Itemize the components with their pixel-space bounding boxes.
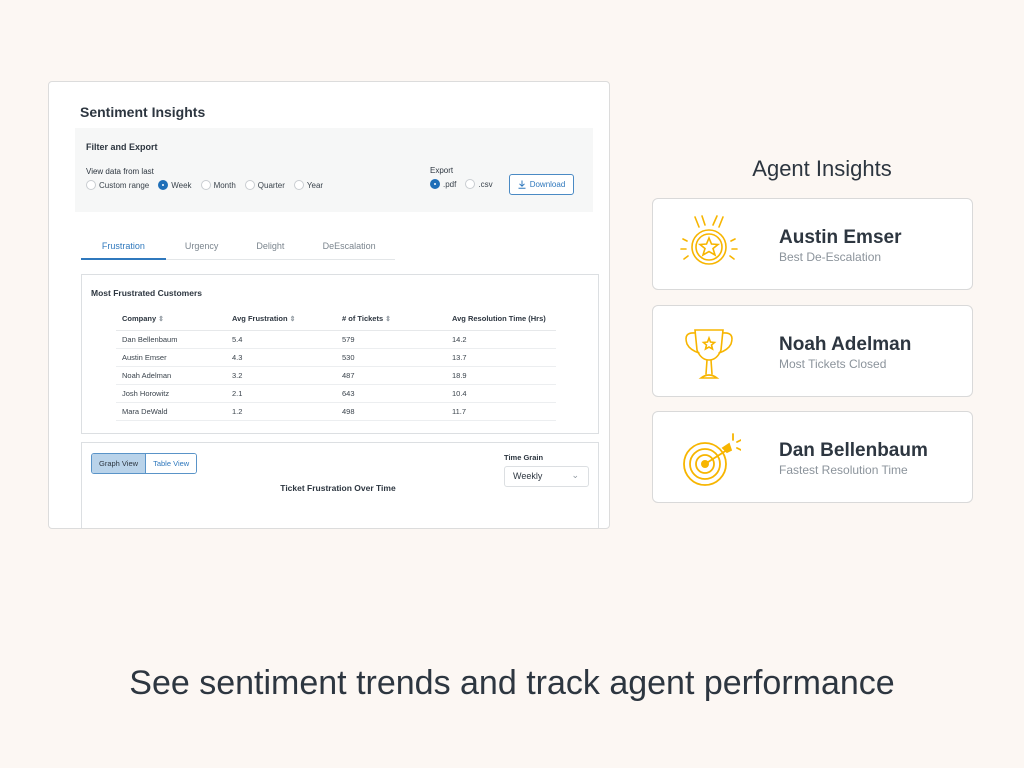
download-button[interactable]: Download	[509, 174, 574, 195]
table-row: Mara DeWald 1.2 498 11.7	[116, 402, 556, 421]
cell-resolution-time: 11.7	[446, 402, 556, 421]
range-radio-custom[interactable]: Custom range	[86, 180, 149, 190]
radio-dot[interactable]	[86, 180, 96, 190]
column-label: # of Tickets	[342, 313, 384, 323]
agent-award: Best De-Escalation	[779, 250, 882, 264]
tab-urgency[interactable]: Urgency	[166, 235, 238, 259]
range-radio-week[interactable]: Week	[158, 180, 192, 190]
table-title: Most Frustrated Customers	[91, 288, 202, 298]
cell-company: Dan Bellenbaum	[116, 330, 226, 349]
tab-deescalation[interactable]: DeEscalation	[303, 235, 395, 259]
column-header-tickets[interactable]: # of Tickets ⇕	[336, 307, 446, 331]
sentiment-tabs: Frustration Urgency Delight DeEscalation	[81, 235, 395, 260]
range-radio-year[interactable]: Year	[293, 180, 324, 190]
frustrated-customers-card: Most Frustrated Customers Company ⇕ Avg F…	[81, 274, 599, 434]
agent-card: Dan Bellenbaum Fastest Resolution Time	[652, 411, 973, 503]
time-grain-label: Time Grain	[504, 453, 544, 462]
panel-title: Sentiment Insights	[80, 104, 206, 120]
view-data-label: View data from last	[86, 167, 154, 176]
column-header-company[interactable]: Company ⇕	[116, 307, 226, 331]
cell-avg-frustration: 3.2	[226, 366, 336, 385]
cell-company: Josh Horowitz	[116, 384, 226, 403]
agent-name: Austin Emser	[779, 227, 902, 248]
cell-avg-frustration: 4.3	[226, 348, 336, 367]
agent-award: Most Tickets Closed	[779, 357, 887, 371]
cell-tickets: 579	[336, 330, 446, 349]
cell-company: Mara DeWald	[116, 402, 226, 421]
time-grain-value: Weekly	[513, 471, 543, 481]
radio-dot[interactable]	[158, 180, 169, 190]
table-row: Noah Adelman 3.2 487 18.9	[116, 366, 556, 385]
medal-icon	[680, 215, 738, 265]
cell-company: Noah Adelman	[116, 366, 226, 385]
radio-dot[interactable]	[293, 180, 304, 190]
radio-label: Month	[213, 180, 236, 190]
cell-resolution-time: 10.4	[446, 384, 556, 403]
range-radio-month[interactable]: Month	[200, 180, 236, 190]
radio-label: Quarter	[257, 180, 285, 190]
sort-icon[interactable]: ⇕	[290, 315, 296, 323]
agent-name: Noah Adelman	[779, 334, 912, 355]
agent-award: Fastest Resolution Time	[779, 463, 908, 477]
agent-insights-heading: Agent Insights	[752, 156, 892, 181]
agent-card: Noah Adelman Most Tickets Closed	[652, 305, 973, 397]
target-icon	[683, 433, 741, 486]
export-radio-pdf[interactable]: .pdf	[430, 179, 456, 189]
table-row: Josh Horowitz 2.1 643 10.4	[116, 384, 556, 403]
radio-label: Week	[171, 180, 192, 190]
sort-icon[interactable]: ⇕	[385, 315, 391, 323]
column-label: Company	[122, 313, 157, 323]
filter-export-section: Filter and Export View data from last Cu…	[75, 128, 593, 212]
download-label: Download	[529, 180, 566, 189]
column-header-avg-frustration[interactable]: Avg Frustration ⇕	[226, 307, 336, 331]
radio-label: .pdf	[443, 179, 457, 189]
radio-label: Custom range	[99, 180, 150, 190]
column-header-resolution-time: Avg Resolution Time (Hrs)	[446, 307, 556, 331]
tagline: See sentiment trends and track agent per…	[129, 664, 895, 702]
graph-view-button[interactable]: Graph View	[92, 454, 147, 473]
radio-label: Year	[306, 180, 324, 190]
range-radio-group: Custom range Week Month Quarter Year	[86, 180, 332, 190]
cell-tickets: 530	[336, 348, 446, 367]
radio-dot[interactable]	[465, 179, 476, 189]
tab-frustration[interactable]: Frustration	[81, 235, 166, 260]
cell-resolution-time: 18.9	[446, 366, 556, 385]
table-row: Austin Emser 4.3 530 13.7	[116, 348, 556, 367]
trophy-icon	[685, 329, 733, 379]
column-label: Avg Frustration	[232, 313, 288, 323]
cell-company: Austin Emser	[116, 348, 226, 367]
cell-tickets: 487	[336, 366, 446, 385]
export-radio-group: .pdf .csv	[430, 179, 502, 189]
radio-dot[interactable]	[430, 179, 440, 189]
agent-name: Dan Bellenbaum	[779, 440, 928, 461]
frustration-graph-card: Graph View Table View Ticket Frustration…	[81, 442, 599, 528]
radio-dot[interactable]	[200, 180, 211, 190]
sentiment-insights-panel: Sentiment Insights Filter and Export Vie…	[48, 81, 610, 529]
cell-resolution-time: 14.2	[446, 330, 556, 349]
agent-card: Austin Emser Best De-Escalation	[652, 198, 973, 290]
filter-title: Filter and Export	[86, 142, 158, 152]
customers-table: Company ⇕ Avg Frustration ⇕ # of Tickets ⇕ …	[116, 307, 556, 421]
view-toggle: Graph View Table View	[91, 453, 198, 474]
download-icon	[518, 180, 526, 189]
export-radio-csv[interactable]: .csv	[465, 179, 493, 189]
radio-dot[interactable]	[244, 180, 255, 190]
cell-tickets: 643	[336, 384, 446, 403]
export-label: Export	[430, 166, 454, 175]
radio-label: .csv	[478, 179, 493, 189]
cell-resolution-time: 13.7	[446, 348, 556, 367]
time-grain-select[interactable]: Weekly ⌄	[504, 466, 589, 487]
table-row: Dan Bellenbaum 5.4 579 14.2	[116, 330, 556, 349]
cell-avg-frustration: 1.2	[226, 402, 336, 421]
sort-icon[interactable]: ⇕	[158, 315, 164, 323]
table-view-button[interactable]: Table View	[146, 454, 197, 473]
table-header-row: Company ⇕ Avg Frustration ⇕ # of Tickets ⇕ …	[116, 307, 556, 331]
range-radio-quarter[interactable]: Quarter	[244, 180, 285, 190]
tab-delight[interactable]: Delight	[238, 235, 304, 259]
cell-avg-frustration: 2.1	[226, 384, 336, 403]
chevron-down-icon: ⌄	[571, 470, 579, 480]
cell-avg-frustration: 5.4	[226, 330, 336, 349]
cell-tickets: 498	[336, 402, 446, 421]
